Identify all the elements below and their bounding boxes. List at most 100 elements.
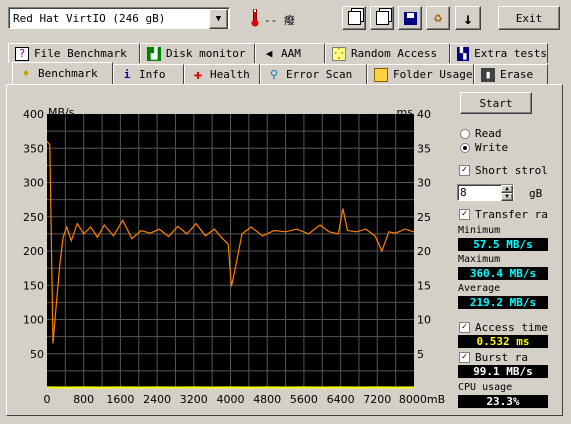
chart-svg: 400350300250200150100504035302520151050 8… bbox=[23, 106, 445, 406]
y-tick-label: 250 bbox=[23, 211, 44, 224]
copy-icon bbox=[347, 11, 361, 25]
average-value: 219.2 MB/s bbox=[458, 296, 548, 309]
y2-axis-label: ms bbox=[397, 106, 414, 119]
options-icon: ♻ bbox=[433, 10, 443, 26]
read-label: Read bbox=[475, 127, 502, 140]
tab-erase[interactable]: ▮ Erase bbox=[474, 64, 548, 84]
burst-rate-checkbox[interactable]: ✓ bbox=[459, 352, 470, 363]
read-radio[interactable] bbox=[460, 129, 470, 139]
disk-monitor-icon: ▟ bbox=[147, 46, 161, 61]
tab-extra-tests[interactable]: ▚ Extra tests bbox=[450, 43, 548, 63]
start-button[interactable]: Start bbox=[460, 92, 532, 114]
tab-file-benchmark[interactable]: ? File Benchmark bbox=[8, 43, 140, 63]
x-tick-label: 800 bbox=[73, 393, 94, 406]
x-tick-label: 4800 bbox=[253, 393, 281, 406]
tab-label: Folder Usage bbox=[393, 68, 473, 81]
short-stroke-checkbox[interactable]: ✓ bbox=[459, 165, 470, 176]
file-benchmark-icon: ? bbox=[15, 46, 29, 61]
access-time-value: 0.532 ms bbox=[458, 335, 548, 348]
y-axis-label: MB/s bbox=[48, 106, 75, 119]
tab-label: Erase bbox=[500, 68, 534, 81]
tab-label: File Benchmark bbox=[34, 47, 127, 60]
y-tick-label: 150 bbox=[23, 279, 44, 292]
tab-error-scan[interactable]: ⚲ Error Scan bbox=[260, 64, 367, 84]
x-tick-label: 4000 bbox=[217, 393, 245, 406]
x-tick-label: 2400 bbox=[143, 393, 171, 406]
x-tick-label: 8000mB bbox=[399, 393, 445, 406]
burst-rate-value: 99.1 MB/s bbox=[458, 365, 548, 378]
x-tick-label: 0 bbox=[44, 393, 51, 406]
y2-tick-label: 10 bbox=[417, 314, 431, 327]
maximum-value: 360.4 MB/s bbox=[458, 267, 548, 280]
transfer-rate-label: Transfer ra bbox=[475, 208, 548, 221]
tab-health[interactable]: ✚ Health bbox=[184, 64, 260, 84]
down-arrow-icon: ↓ bbox=[463, 8, 473, 28]
minimum-label: Minimum bbox=[458, 225, 501, 236]
drive-select[interactable]: Red Hat VirtIO (246 gB) ▼ bbox=[8, 7, 230, 29]
drive-select-value: Red Hat VirtIO (246 gB) bbox=[13, 12, 166, 25]
stroke-unit-label: gB bbox=[529, 187, 543, 200]
floppy-disk-icon bbox=[403, 11, 417, 25]
tab-label: Disk monitor bbox=[166, 47, 246, 60]
tab-random-access[interactable]: ⁛ Random Access bbox=[325, 43, 450, 63]
cpu-usage-value: 23.3% bbox=[458, 395, 548, 408]
average-label: Average bbox=[458, 283, 501, 294]
y2-tick-label: 5 bbox=[417, 348, 424, 361]
folder-icon bbox=[374, 67, 388, 82]
minimum-value: 57.5 MB/s bbox=[458, 238, 548, 251]
burst-rate-label: Burst ra bbox=[475, 351, 528, 364]
trash-icon: ▮ bbox=[481, 67, 495, 82]
tab-label: Random Access bbox=[351, 47, 438, 60]
tab-aam[interactable]: ◀ AAM bbox=[255, 43, 325, 63]
down-button[interactable]: ↓ bbox=[455, 6, 481, 30]
x-tick-label: 6400 bbox=[327, 393, 355, 406]
y2-tick-label: 35 bbox=[417, 142, 431, 155]
y-tick-label: 200 bbox=[23, 245, 44, 258]
y-tick-label: 350 bbox=[23, 142, 44, 155]
dropdown-arrow-icon[interactable]: ▼ bbox=[209, 9, 228, 29]
tab-label: Health bbox=[210, 68, 250, 81]
speaker-icon: ◀ bbox=[265, 47, 273, 60]
options-button[interactable]: ♻ bbox=[426, 6, 450, 30]
copy-text-button[interactable] bbox=[370, 6, 394, 30]
x-tick-label: 7200 bbox=[363, 393, 391, 406]
x-tick-label: 3200 bbox=[180, 393, 208, 406]
access-time-checkbox[interactable]: ✓ bbox=[459, 322, 470, 333]
y-tick-label: 400 bbox=[23, 108, 44, 121]
tab-benchmark[interactable]: ♦ Benchmark bbox=[12, 62, 113, 84]
tab-label: Benchmark bbox=[38, 67, 98, 80]
x-tick-label: 5600 bbox=[290, 393, 318, 406]
tab-label: Error Scan bbox=[286, 68, 353, 81]
exit-button[interactable]: Exit bbox=[498, 6, 560, 30]
x-tick-label: 1600 bbox=[106, 393, 134, 406]
stroke-size-value: 8 bbox=[460, 186, 467, 199]
tab-info[interactable]: i Info bbox=[113, 64, 184, 84]
save-button[interactable] bbox=[398, 6, 422, 30]
extra-tests-icon: ▚ bbox=[457, 46, 470, 61]
health-icon: ✚ bbox=[193, 66, 203, 83]
tab-label: Extra tests bbox=[474, 47, 547, 60]
tab-label: Info bbox=[139, 68, 166, 81]
access-time-label: Access time bbox=[475, 321, 548, 334]
stroke-spin-up[interactable]: ▲ bbox=[501, 185, 513, 193]
tab-folder-usage[interactable]: Folder Usage bbox=[367, 64, 474, 84]
benchmark-icon: ♦ bbox=[22, 67, 30, 80]
y2-tick-label: 15 bbox=[417, 279, 431, 292]
y-tick-label: 100 bbox=[23, 314, 44, 327]
info-icon: i bbox=[123, 68, 131, 81]
thermometer-icon bbox=[251, 8, 259, 27]
y-tick-label: 300 bbox=[23, 177, 44, 190]
write-radio[interactable] bbox=[460, 143, 470, 153]
clipboard-icon bbox=[375, 11, 389, 25]
y2-tick-label: 20 bbox=[417, 245, 431, 258]
short-stroke-label: Short strol bbox=[475, 164, 548, 177]
random-access-icon: ⁛ bbox=[332, 46, 346, 61]
tab-label: AAM bbox=[281, 47, 301, 60]
copy-results-button[interactable] bbox=[342, 6, 366, 30]
y2-tick-label: 25 bbox=[417, 211, 431, 224]
stroke-spin-down[interactable]: ▼ bbox=[501, 193, 513, 201]
y-tick-label: 50 bbox=[30, 348, 44, 361]
y2-tick-label: 40 bbox=[417, 108, 431, 121]
tab-disk-monitor[interactable]: ▟ Disk monitor bbox=[140, 43, 255, 63]
transfer-rate-checkbox[interactable]: ✓ bbox=[459, 209, 470, 220]
